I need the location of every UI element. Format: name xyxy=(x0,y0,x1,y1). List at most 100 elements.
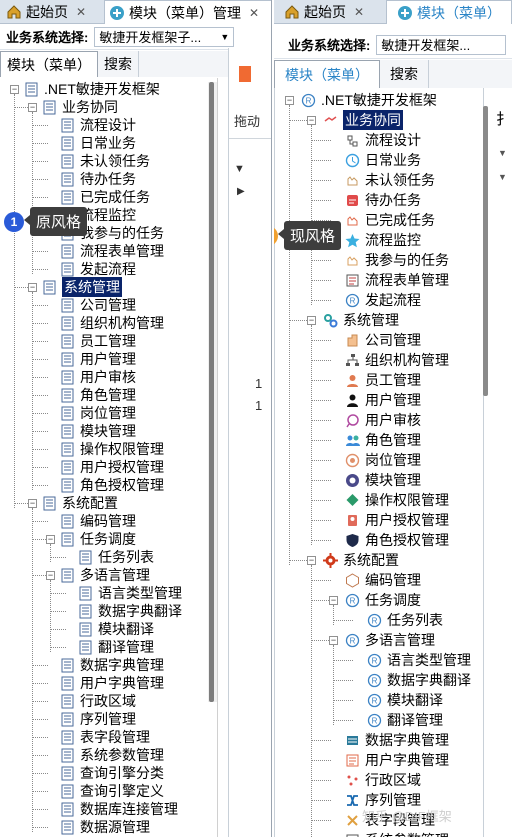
tree-node[interactable]: R .NET敏捷开发框架 xyxy=(301,91,437,109)
tree-node[interactable]: 业务协同 xyxy=(42,98,118,116)
tree-node[interactable]: 行政区域 xyxy=(60,692,136,710)
tree-node[interactable]: 编码管理 xyxy=(60,512,136,530)
tree-node[interactable]: 用户授权管理 xyxy=(345,511,449,529)
tree-node[interactable]: 表字段管理 xyxy=(60,728,150,746)
tree-node[interactable]: 员工管理 xyxy=(60,332,136,350)
tree-node[interactable]: 数据源管理 xyxy=(60,818,150,836)
subtab-module[interactable]: 模块（菜单） xyxy=(0,51,98,77)
tree-node[interactable]: 流程设计 xyxy=(345,131,421,149)
tree-node[interactable]: 已完成任务 xyxy=(60,188,150,206)
tree-node[interactable]: 查询引擎分类 xyxy=(60,764,164,782)
tree-node[interactable]: 模块管理 xyxy=(345,471,421,489)
tree-node[interactable]: 模块翻译 xyxy=(78,620,154,638)
tree-node[interactable]: R 翻译管理 xyxy=(367,711,443,729)
tree-node[interactable]: 编码管理 xyxy=(345,571,421,589)
tree-node[interactable]: R 数据字典翻译 xyxy=(367,671,471,689)
tree-toggle[interactable] xyxy=(307,556,316,565)
tree-toggle[interactable] xyxy=(46,571,55,580)
module-tree[interactable]: R .NET敏捷开发框架业务协同流程设计日常业务未认领任务待办任务已完成任务流程监… xyxy=(274,88,484,837)
tree-toggle[interactable] xyxy=(10,85,19,94)
tree-node[interactable]: 未认领任务 xyxy=(60,152,150,170)
tab-module-management[interactable]: 模块（菜单） xyxy=(386,0,512,24)
tree-node[interactable]: 操作权限管理 xyxy=(60,440,164,458)
expand-arrow-icon[interactable]: ▶ xyxy=(237,186,245,197)
tree-node[interactable]: 系统配置 xyxy=(323,551,399,569)
tree-node[interactable]: R 任务列表 xyxy=(367,611,443,629)
tree-node[interactable]: 流程监控 xyxy=(345,231,421,249)
close-icon[interactable]: ✕ xyxy=(76,5,86,19)
subtab-search[interactable]: 搜索 xyxy=(98,51,139,77)
tree-node[interactable]: 用户审核 xyxy=(60,368,136,386)
tree-node[interactable]: 系统参数管理 xyxy=(345,831,449,837)
tree-node[interactable]: 系统管理 xyxy=(323,311,399,329)
tree-node[interactable]: 待办任务 xyxy=(60,170,136,188)
tab-start-page[interactable]: 起始页 ✕ xyxy=(274,0,382,24)
tree-node[interactable]: 数据字典管理 xyxy=(60,656,164,674)
tree-toggle[interactable] xyxy=(329,636,338,645)
tree-scrollbar[interactable] xyxy=(208,82,217,702)
tree-node[interactable]: 系统管理 xyxy=(42,277,122,297)
tree-node[interactable]: 用户字典管理 xyxy=(345,751,449,769)
tree-node[interactable]: 流程设计 xyxy=(60,116,136,134)
system-select[interactable]: 敏捷开发框架子... ▼ xyxy=(94,26,235,47)
tree-node[interactable]: 任务列表 xyxy=(78,548,154,566)
close-icon[interactable]: ✕ xyxy=(249,6,259,20)
tree-node[interactable]: .NET敏捷开发框架 xyxy=(24,80,160,98)
tree-scrollbar[interactable] xyxy=(482,106,491,406)
close-icon[interactable]: ✕ xyxy=(354,5,364,19)
tree-node[interactable]: 用户审核 xyxy=(345,411,421,429)
tree-node[interactable]: 岗位管理 xyxy=(60,404,136,422)
tree-node[interactable]: 流程表单管理 xyxy=(345,271,449,289)
tree-toggle[interactable] xyxy=(307,116,316,125)
tree-node[interactable]: 数据库连接管理 xyxy=(60,800,178,818)
tree-node[interactable]: 组织机构管理 xyxy=(60,314,164,332)
tree-node[interactable]: 流程表单管理 xyxy=(60,242,164,260)
tree-node[interactable]: 行政区域 xyxy=(345,771,421,789)
tree-node[interactable]: 日常业务 xyxy=(60,134,136,152)
tree-node[interactable]: 角色管理 xyxy=(345,431,421,449)
tree-node[interactable]: 多语言管理 xyxy=(60,566,150,584)
tree-node[interactable]: 公司管理 xyxy=(60,296,136,314)
tree-node[interactable]: R 多语言管理 xyxy=(345,631,435,649)
tree-node[interactable]: 查询引擎定义 xyxy=(60,782,164,800)
tree-node[interactable]: 语言类型管理 xyxy=(78,584,182,602)
tree-node[interactable]: 已完成任务 xyxy=(345,211,435,229)
tree-node[interactable]: 用户字典管理 xyxy=(60,674,164,692)
tree-node[interactable]: 我参与的任务 xyxy=(345,251,449,269)
tree-node[interactable]: 待办任务 xyxy=(345,191,421,209)
tree-node[interactable]: 用户管理 xyxy=(60,350,136,368)
tree-node[interactable]: 公司管理 xyxy=(345,331,421,349)
tree-node[interactable]: R 发起流程 xyxy=(345,291,421,309)
tree-node[interactable]: 未认领任务 xyxy=(345,171,435,189)
tree-toggle[interactable] xyxy=(307,316,316,325)
subtab-search[interactable]: 搜索 xyxy=(380,60,429,88)
filter-icon[interactable]: ▼ xyxy=(234,163,245,175)
tree-toggle[interactable] xyxy=(28,283,37,292)
tree-node[interactable]: 岗位管理 xyxy=(345,451,421,469)
tab-start-page[interactable]: 起始页 ✕ xyxy=(0,0,104,24)
tree-node[interactable]: 翻译管理 xyxy=(78,638,154,656)
tree-node[interactable]: 系统配置 xyxy=(42,494,118,512)
tree-node[interactable]: 用户授权管理 xyxy=(60,458,164,476)
tree-node[interactable]: 模块管理 xyxy=(60,422,136,440)
scrollbar-thumb[interactable] xyxy=(483,106,488,396)
tree-node[interactable]: 组织机构管理 xyxy=(345,351,449,369)
tab-module-management[interactable]: 模块（菜单）管理 ✕ xyxy=(104,0,271,24)
tree-node[interactable]: R 语言类型管理 xyxy=(367,651,471,669)
module-tree[interactable]: .NET敏捷开发框架业务协同流程设计日常业务未认领任务待办任务已完成任务流程监控… xyxy=(0,78,218,837)
tree-toggle[interactable] xyxy=(28,103,37,112)
tree-node[interactable]: 用户管理 xyxy=(345,391,421,409)
tree-node[interactable]: 数据字典管理 xyxy=(345,731,449,749)
tree-node[interactable]: R 模块翻译 xyxy=(367,691,443,709)
tree-toggle[interactable] xyxy=(285,96,294,105)
tree-node[interactable]: 角色授权管理 xyxy=(345,531,449,549)
tree-toggle[interactable] xyxy=(46,535,55,544)
tree-node[interactable]: 发起流程 xyxy=(60,260,136,278)
subtab-module[interactable]: 模块（菜单） xyxy=(274,60,380,88)
tree-toggle[interactable] xyxy=(28,499,37,508)
tree-node[interactable]: 角色管理 xyxy=(60,386,136,404)
tree-node[interactable]: 任务调度 xyxy=(60,530,136,548)
tree-node[interactable]: 业务协同 xyxy=(323,110,403,130)
tree-node[interactable]: 角色授权管理 xyxy=(60,476,164,494)
tree-toggle[interactable] xyxy=(329,596,338,605)
